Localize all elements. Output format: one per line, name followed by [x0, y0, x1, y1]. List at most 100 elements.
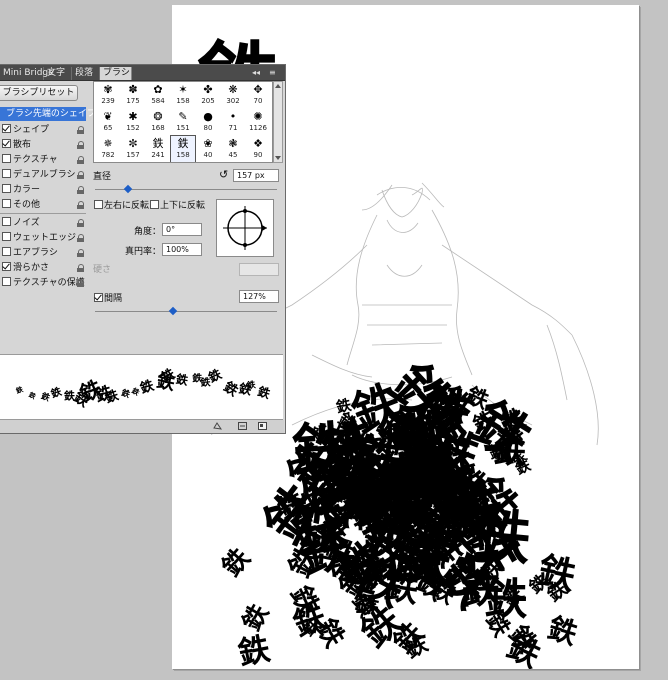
brush-options-icon[interactable] [238, 422, 247, 430]
brush-tip-18[interactable]: ❀ 40 [196, 136, 220, 162]
angle-field[interactable]: 0° [162, 223, 202, 236]
panel-bottom-bar [0, 420, 284, 433]
option-brush-tip-shape[interactable]: ブラシ先端のシェイプ [0, 107, 96, 121]
option-color-dynamics[interactable]: カラー [0, 183, 86, 197]
spacing-slider[interactable] [95, 311, 277, 312]
brush-tip-13[interactable]: ✺ 1126 [246, 109, 270, 136]
brush-tip-10[interactable]: ✎ 151 [171, 109, 195, 136]
brush-presets-button[interactable]: ブラシプリセット [0, 85, 78, 101]
brush-tip-14[interactable]: ✵ 782 [96, 136, 120, 162]
flip-y-checkbox[interactable] [150, 200, 159, 209]
brush-tip-size: 239 [101, 97, 115, 105]
brush-tip-size: 65 [103, 124, 113, 132]
reset-size-icon[interactable]: ↺ [219, 168, 228, 181]
brush-tip-5[interactable]: ❋ 302 [221, 82, 245, 109]
diameter-field[interactable]: 157 px [233, 169, 279, 182]
option-checkbox[interactable] [2, 139, 11, 148]
scattered-glyph: 鉄 [235, 630, 273, 669]
stroke-glyph: 鉄 [15, 384, 25, 395]
brush-tip-20[interactable]: ❖ 90 [246, 136, 270, 162]
option-checkbox[interactable] [2, 277, 11, 286]
option-smoothing[interactable]: 滑らかさ [0, 261, 86, 275]
toggle-live-tip-icon[interactable] [213, 422, 223, 430]
lock-icon[interactable] [77, 126, 84, 134]
brush-tip-19[interactable]: ❃ 45 [221, 136, 245, 162]
scroll-down-icon[interactable] [275, 156, 281, 160]
option-checkbox[interactable] [2, 199, 11, 208]
brush-tip-9[interactable]: ❂ 168 [146, 109, 170, 136]
option-airbrush[interactable]: エアブラシ [0, 246, 86, 260]
tab-paragraph[interactable]: 段落 [72, 67, 100, 80]
option-noise[interactable]: ノイズ [0, 216, 86, 230]
lock-icon[interactable] [77, 264, 84, 272]
brush-tip-16[interactable]: 鉄 241 [146, 136, 170, 162]
roundness-field[interactable]: 100% [162, 243, 202, 256]
brush-tip-7[interactable]: ❦ 65 [96, 109, 120, 136]
brush-tip-12[interactable]: • 71 [221, 109, 245, 136]
brush-tip-11[interactable]: ● 80 [196, 109, 220, 136]
option-label: ウェットエッジ [13, 233, 77, 243]
option-texture[interactable]: テクスチャ [0, 153, 86, 167]
option-label: ブラシ先端のシェイプ [6, 109, 96, 119]
brush-tip-6[interactable]: ✥ 70 [246, 82, 270, 109]
brush-tip-8[interactable]: ✱ 152 [121, 109, 145, 136]
option-dual-brush[interactable]: デュアルブラシ [0, 168, 86, 182]
option-protect-texture[interactable]: テクスチャの保護 [0, 276, 86, 290]
scattered-glyph: 鉄 [544, 610, 582, 651]
brush-tip-3[interactable]: ✶ 158 [171, 82, 195, 109]
tip-grid-scrollbar[interactable] [273, 81, 283, 163]
brush-angle-preview[interactable] [216, 199, 274, 257]
spacing-checkbox[interactable] [94, 293, 103, 302]
lock-icon[interactable] [77, 156, 84, 164]
brush-tip-size: 782 [101, 151, 115, 159]
option-checkbox[interactable] [2, 217, 11, 226]
lock-icon[interactable] [77, 201, 84, 209]
option-label: エアブラシ [13, 248, 58, 258]
create-new-brush-icon[interactable] [258, 422, 267, 430]
lock-icon[interactable] [77, 279, 84, 287]
option-wet-edges[interactable]: ウェットエッジ [0, 231, 86, 245]
option-checkbox[interactable] [2, 154, 11, 163]
brush-panel[interactable]: Mini Bridge 文字 段落 ブラシ ◂◂ ≡ ブラシプリセット ブラシ先… [0, 64, 286, 434]
stroke-preview-svg: 鉄鉄 鉄鉄 鉄鉄鉄鉄鉄 鉄鉄鉄鉄鉄鉄 鉄鉄鉄鉄鉄鉄鉄 [15, 365, 273, 411]
lock-icon[interactable] [77, 141, 84, 149]
brush-tip-grid[interactable]: ✾ 239 ✽ 175 ✿ 584 ✶ 158 ✤ 205 ❋ 302 ✥ 70 ❦ 65 ✱ 152 ❂ 168 ✎ 1… [93, 81, 273, 163]
diameter-slider[interactable] [95, 189, 277, 190]
lock-icon[interactable] [77, 171, 84, 179]
flip-x-checkbox[interactable] [94, 200, 103, 209]
brush-tip-size: 157 [126, 151, 140, 159]
diameter-slider-thumb[interactable] [123, 184, 132, 194]
brush-tip-glyph-icon: ❀ [203, 137, 213, 150]
option-checkbox[interactable] [2, 232, 11, 241]
tab-character[interactable]: 文字 [44, 67, 72, 80]
tab-mini-bridge[interactable]: Mini Bridge [0, 67, 54, 80]
option-checkbox[interactable] [2, 169, 11, 178]
option-checkbox[interactable] [2, 124, 11, 133]
option-shape-dynamics[interactable]: シェイプ [0, 123, 86, 137]
brush-tip-glyph-icon: ✼ [128, 137, 138, 150]
spacing-field[interactable]: 127% [239, 290, 279, 303]
option-checkbox[interactable] [2, 262, 11, 271]
brush-tip-2[interactable]: ✿ 584 [146, 82, 170, 109]
brush-tip-glyph-icon: ● [203, 110, 213, 123]
double-chevron-left-icon[interactable]: ◂◂ [252, 67, 260, 78]
brush-tip-1[interactable]: ✽ 175 [121, 82, 145, 109]
brush-tip-4[interactable]: ✤ 205 [196, 82, 220, 109]
lock-icon[interactable] [77, 186, 84, 194]
brush-tip-0[interactable]: ✾ 239 [96, 82, 120, 109]
tab-brush[interactable]: ブラシ [100, 67, 132, 80]
option-scattering[interactable]: 散布 [0, 138, 86, 152]
option-checkbox[interactable] [2, 184, 11, 193]
option-checkbox[interactable] [2, 247, 11, 256]
lock-icon[interactable] [77, 219, 84, 227]
option-label: 滑らかさ [13, 263, 50, 273]
brush-tip-15[interactable]: ✼ 157 [121, 136, 145, 162]
option-transfer[interactable]: その他 [0, 198, 86, 212]
stroke-glyph: 鉄 [175, 371, 190, 388]
brush-tip-17[interactable]: 鉄 158 [170, 135, 196, 162]
panel-menu-icon[interactable]: ≡ [269, 67, 276, 78]
spacing-slider-thumb[interactable] [169, 306, 178, 316]
lock-icon[interactable] [77, 249, 84, 257]
scroll-up-icon[interactable] [275, 84, 281, 88]
lock-icon[interactable] [77, 234, 84, 242]
